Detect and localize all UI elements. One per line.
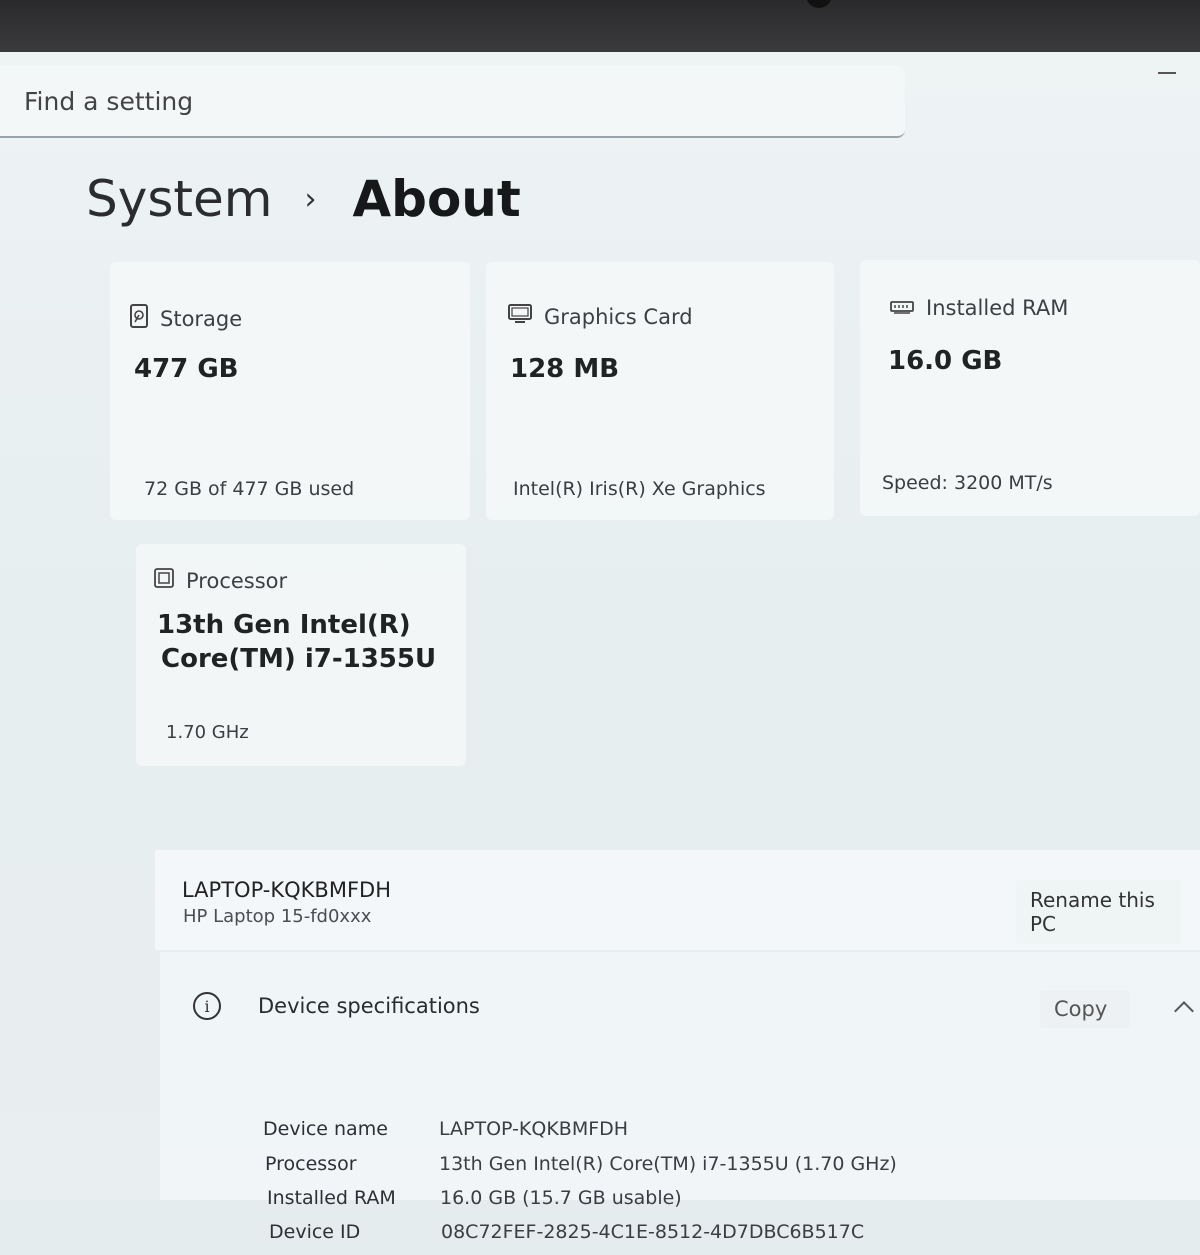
- storage-card[interactable]: Storage 477 GB 72 GB of 477 GB used: [110, 262, 470, 520]
- storage-value: 477 GB: [134, 354, 239, 384]
- processor-speed: 1.70 GHz: [166, 722, 249, 743]
- webcam: [806, 0, 832, 8]
- processor-value-line2: Core(TM) i7-1355U: [161, 644, 437, 674]
- graphics-value: 128 MB: [510, 354, 620, 384]
- ram-card-title: Installed RAM: [890, 296, 1068, 320]
- memory-icon: [890, 296, 914, 320]
- spec-value: 16.0 GB (15.7 GB usable): [440, 1187, 682, 1209]
- info-icon: i: [193, 992, 221, 1020]
- spec-label: Installed RAM: [267, 1187, 396, 1209]
- graphics-card[interactable]: Graphics Card 128 MB Intel(R) Iris(R) Xe…: [486, 262, 834, 520]
- spec-value: 08C72FEF-2825-4C1E-8512-4D7DBC6B517C: [441, 1221, 865, 1243]
- spec-label: Device name: [263, 1118, 388, 1140]
- pc-name-row: LAPTOP-KQKBMFDH HP Laptop 15-fd0xxx Rena…: [155, 850, 1200, 950]
- storage-usage: 72 GB of 477 GB used: [144, 478, 355, 500]
- ram-label: Installed RAM: [926, 296, 1069, 320]
- breadcrumb-parent[interactable]: System: [86, 170, 272, 228]
- ram-value: 16.0 GB: [888, 346, 1003, 376]
- search-input[interactable]: [22, 85, 886, 117]
- storage-label: Storage: [160, 306, 243, 331]
- spec-row-installed-ram: Installed RAM 16.0 GB (15.7 GB usable): [263, 1187, 1063, 1221]
- ram-card[interactable]: Installed RAM 16.0 GB Speed: 3200 MT/s: [860, 260, 1200, 516]
- device-specifications-section: i Device specifications Copy Device name…: [160, 952, 1200, 1243]
- processor-label: Processor: [186, 568, 288, 593]
- screen-bezel: [0, 0, 1200, 52]
- chevron-up-icon[interactable]: [1174, 1001, 1194, 1021]
- spec-row-device-id: Device ID 08C72FEF-2825-4C1E-8512-4D7DBC…: [263, 1221, 1063, 1255]
- storage-icon: [130, 304, 148, 333]
- device-specifications-title: Device specifications: [258, 994, 480, 1018]
- pc-model: HP Laptop 15-fd0xxx: [183, 906, 372, 927]
- storage-card-title: Storage: [130, 304, 242, 333]
- processor-card-title: Processor: [154, 568, 287, 593]
- processor-value-line1: 13th Gen Intel(R): [157, 610, 411, 640]
- page-title: About: [352, 170, 521, 228]
- chevron-right-icon: ›: [304, 181, 317, 217]
- minimize-button[interactable]: [1156, 62, 1178, 84]
- settings-window: System › About Storage 477 GB 72 GB of 4…: [0, 52, 1200, 1243]
- spec-row-processor: Processor 13th Gen Intel(R) Core(TM) i7-…: [263, 1153, 1063, 1187]
- rename-pc-button[interactable]: Rename this PC: [1016, 880, 1182, 944]
- spec-value: 13th Gen Intel(R) Core(TM) i7-1355U (1.7…: [439, 1153, 897, 1175]
- device-specifications-header[interactable]: i Device specifications Copy: [160, 952, 1200, 1062]
- spec-label: Processor: [265, 1153, 357, 1175]
- pc-name: LAPTOP-KQKBMFDH: [182, 878, 391, 902]
- chip-icon: [154, 568, 174, 593]
- graphics-card-title: Graphics Card: [508, 304, 693, 329]
- copy-button[interactable]: Copy: [1040, 990, 1130, 1028]
- search-box[interactable]: [0, 66, 905, 138]
- monitor-icon: [508, 304, 532, 329]
- ram-speed: Speed: 3200 MT/s: [882, 472, 1053, 494]
- spec-label: Device ID: [269, 1221, 361, 1243]
- graphics-adapter: Intel(R) Iris(R) Xe Graphics: [513, 478, 766, 500]
- processor-card[interactable]: Processor 13th Gen Intel(R) Core(TM) i7-…: [136, 544, 466, 766]
- spec-value: LAPTOP-KQKBMFDH: [439, 1118, 629, 1140]
- spec-row-device-name: Device name LAPTOP-KQKBMFDH: [263, 1118, 1063, 1152]
- graphics-label: Graphics Card: [544, 304, 693, 329]
- breadcrumb: System › About: [86, 170, 521, 228]
